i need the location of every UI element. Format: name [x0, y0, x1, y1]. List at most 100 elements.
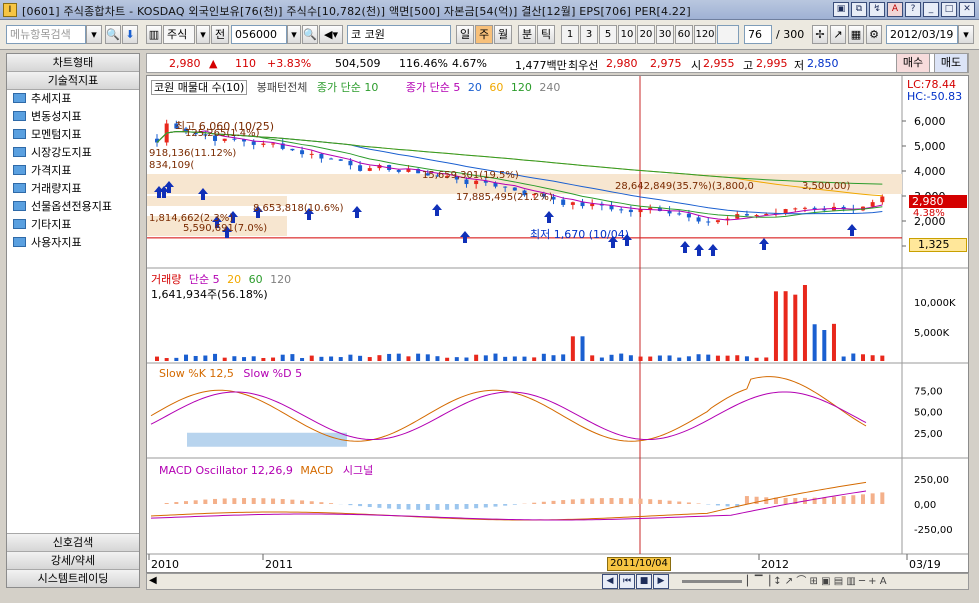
legend-ma5[interactable]: 종가 단순 5 — [406, 81, 460, 94]
sidebar-item-3[interactable]: 시장강도지표 — [7, 144, 139, 162]
rewind-icon[interactable]: ⏮ — [619, 574, 635, 589]
menu-search-dropdown-icon[interactable]: ▾ — [86, 25, 102, 44]
step-back-icon[interactable]: ◀ — [602, 574, 618, 589]
sidebar-item-0[interactable]: 추세지표 — [7, 90, 139, 108]
system-trading-button[interactable]: 시스템트레이딩 — [7, 569, 139, 587]
period-tick-button[interactable]: 틱 — [537, 25, 555, 44]
interval-custom-input[interactable] — [717, 25, 739, 44]
volume-bar — [512, 356, 517, 361]
prev-button[interactable]: 전 — [211, 25, 229, 44]
sidebar-item-6[interactable]: 선물옵션전용지표 — [7, 198, 139, 216]
legend-ma240[interactable]: 240 — [539, 81, 560, 94]
legend-volume-profile[interactable]: 코원 매물대 수(10) — [151, 80, 248, 95]
volume-bar — [474, 354, 479, 361]
date-input[interactable]: 2012/03/19 — [886, 25, 958, 44]
volume-bar — [290, 354, 295, 361]
play-icon[interactable]: ▶ — [653, 574, 669, 589]
sound-icon[interactable]: ◀▾ — [319, 25, 343, 44]
chart-area[interactable]: 6,0005,0004,0003,0002,0001,00010,000K5,0… — [146, 75, 969, 573]
sidebar-item-2[interactable]: 모멘텀지표 — [7, 126, 139, 144]
sidebar-item-5[interactable]: 거래량지표 — [7, 180, 139, 198]
macd-osc-bar — [377, 504, 382, 508]
candle-body — [590, 203, 595, 207]
minimize-button[interactable]: _ — [923, 2, 939, 17]
buy-button[interactable]: 매수 — [896, 53, 930, 73]
count-input[interactable]: 76 — [744, 25, 772, 44]
macd-osc-bar — [193, 500, 198, 504]
chart-form-header[interactable]: 차트형태 — [7, 54, 139, 72]
sidebar-item-7[interactable]: 기타지표 — [7, 216, 139, 234]
tool-grid-icon[interactable]: ▦ — [848, 25, 864, 44]
stock-name-field[interactable]: 코 코원 — [347, 25, 451, 44]
zoom-slider[interactable] — [682, 580, 742, 583]
period-week-button[interactable]: 주 — [475, 25, 493, 44]
sell-button[interactable]: 매도 — [934, 53, 968, 73]
interval-1-button[interactable]: 1 — [561, 25, 579, 44]
help-icon[interactable]: ? — [905, 2, 921, 17]
window-copy-icon[interactable]: ⧉ — [851, 2, 867, 17]
window-link-icon[interactable]: ▣ — [833, 2, 849, 17]
interval-5-button[interactable]: 5 — [599, 25, 617, 44]
window-chart-icon[interactable]: ↯ — [869, 2, 885, 17]
stop-icon[interactable]: ■ — [636, 574, 652, 589]
interval-3-button[interactable]: 3 — [580, 25, 598, 44]
legend-ma120[interactable]: 120 — [511, 81, 532, 94]
signal-search-button[interactable]: 신호검색 — [7, 533, 139, 551]
volume-bar — [406, 356, 411, 361]
interval-30-button[interactable]: 30 — [656, 25, 674, 44]
legend-ma20[interactable]: 20 — [468, 81, 482, 94]
legend-ma60[interactable]: 60 — [489, 81, 503, 94]
legend-candle-pattern[interactable]: 봉패턴전체 — [257, 81, 308, 94]
close-button[interactable]: ✕ — [959, 2, 975, 17]
interval-60-button[interactable]: 60 — [675, 25, 693, 44]
legend-slow-d[interactable]: Slow %D 5 — [243, 367, 302, 380]
legend-slow-k[interactable]: Slow %K 12,5 — [159, 367, 234, 380]
macd-osc-bar — [503, 504, 508, 506]
arrow-down-icon[interactable]: ⬇ — [122, 25, 138, 44]
interval-10-button[interactable]: 10 — [618, 25, 636, 44]
macd-osc-bar — [532, 502, 537, 504]
legend-vol-ma120[interactable]: 120 — [270, 273, 291, 286]
legend-macd-osc[interactable]: MACD Oscillator 12,26,9 — [159, 464, 293, 477]
search-icon[interactable]: 🔍 — [105, 25, 121, 44]
chart-navigator[interactable]: ◀ ◀ ⏮ ■ ▶ ▏▔▕ ↕ ↗ ⌒ ⊞ ▣ ▤ ▥ ─ + A — [146, 573, 969, 590]
market-dropdown-icon[interactable]: ▾ — [196, 25, 210, 44]
menu-search-input[interactable]: 메뉴항목검색 — [6, 25, 86, 44]
legend-vol-ma5[interactable]: 단순 5 — [189, 273, 220, 286]
legend-ma10[interactable]: 종가 단순 10 — [317, 81, 378, 94]
legend-vol-ma60[interactable]: 60 — [249, 273, 263, 286]
sidebar-item-1[interactable]: 변동성지표 — [7, 108, 139, 126]
market-select[interactable]: 주식 — [163, 25, 195, 44]
tool-chart-icon[interactable]: ↗ — [830, 25, 846, 44]
stock-code-input[interactable]: 056000 — [231, 25, 287, 44]
interval-120-button[interactable]: 120 — [694, 25, 716, 44]
calendar-icon[interactable]: ▾ — [958, 25, 974, 44]
legend-signal[interactable]: 시그널 — [343, 464, 373, 477]
volume-y-tick-label: 10,000K — [914, 298, 956, 309]
maximize-button[interactable]: □ — [941, 2, 957, 17]
strength-weakness-button[interactable]: 강세/약세 — [7, 551, 139, 569]
volume-bar — [367, 357, 372, 361]
macd-osc-bar — [831, 496, 836, 504]
legend-vol-ma20[interactable]: 20 — [227, 273, 241, 286]
period-minute-button[interactable]: 분 — [518, 25, 536, 44]
tool-cross-icon[interactable]: ✢ — [812, 25, 828, 44]
chart-type-icon[interactable]: ▥ — [146, 25, 162, 44]
window-print-icon[interactable]: A — [887, 2, 903, 17]
volume-bar — [445, 357, 450, 361]
folder-icon — [13, 147, 26, 157]
volume-bar — [464, 357, 469, 361]
legend-macd[interactable]: MACD — [300, 464, 333, 477]
period-day-button[interactable]: 일 — [456, 25, 474, 44]
settings-icon[interactable]: ⚙ — [866, 25, 882, 44]
technical-indicator-header[interactable]: 기술적지표 — [7, 72, 139, 90]
drawing-tools[interactable]: ▏▔▕ ↕ ↗ ⌒ ⊞ ▣ ▤ ▥ ─ + A — [747, 574, 957, 589]
legend-volume[interactable]: 거래량 — [151, 273, 181, 286]
code-search-icon[interactable]: 🔍 — [302, 25, 318, 44]
code-dropdown-icon[interactable]: ▾ — [287, 25, 301, 44]
period-month-button[interactable]: 월 — [494, 25, 512, 44]
sidebar-item-8[interactable]: 사용자지표 — [7, 234, 139, 252]
scroll-left-icon[interactable]: ◀ — [149, 575, 157, 586]
sidebar-item-4[interactable]: 가격지표 — [7, 162, 139, 180]
interval-20-button[interactable]: 20 — [637, 25, 655, 44]
